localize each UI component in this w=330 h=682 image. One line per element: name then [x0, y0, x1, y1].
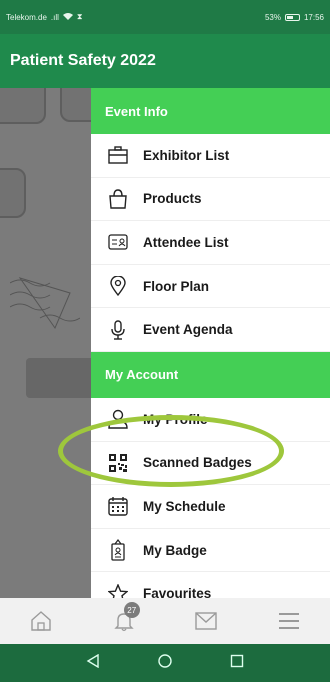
- menu-label: My Badge: [143, 542, 207, 558]
- person-icon: [107, 408, 129, 430]
- app-title: Patient Safety 2022: [10, 52, 156, 69]
- envelope-icon: [195, 612, 217, 630]
- home-icon: [31, 611, 51, 631]
- badge-icon: [107, 539, 129, 561]
- home-system-button[interactable]: [158, 653, 172, 673]
- menu-item-favourites[interactable]: Favourites: [91, 572, 330, 598]
- menu-item-attendee-list[interactable]: Attendee List: [91, 221, 330, 265]
- app-header: Patient Safety 2022: [0, 34, 330, 88]
- section-header-event-info: Event Info: [91, 88, 330, 134]
- menu-item-my-schedule[interactable]: My Schedule: [91, 485, 330, 529]
- map-shape: [0, 168, 26, 218]
- menu-item-my-profile[interactable]: My Profile: [91, 398, 330, 442]
- menu-label: My Profile: [143, 411, 208, 427]
- home-circle-icon: [158, 653, 172, 668]
- menu-label: Scanned Badges: [143, 455, 252, 471]
- menu-item-my-badge[interactable]: My Badge: [91, 529, 330, 573]
- hamburger-icon: [278, 613, 299, 629]
- pin-icon: [107, 275, 129, 297]
- section-header-my-account: My Account: [91, 351, 330, 398]
- signal-icon: .ıll: [50, 12, 59, 22]
- battery-percent: 53%: [264, 12, 281, 22]
- id-card-icon: [107, 231, 129, 253]
- menu-label: Floor Plan: [143, 278, 210, 294]
- section-title: My Account: [105, 367, 179, 383]
- home-button[interactable]: [21, 601, 61, 641]
- menu-item-scanned-badges[interactable]: Scanned Badges: [91, 442, 330, 486]
- floor-map-background: [0, 88, 91, 598]
- menu-button[interactable]: [269, 601, 309, 641]
- carrier-label: Telekom.de: [6, 12, 47, 22]
- menu-label: Exhibitor List: [143, 147, 230, 163]
- menu-item-event-agenda[interactable]: Event Agenda: [91, 308, 330, 352]
- menu-label: Attendee List: [143, 234, 229, 250]
- menu-item-exhibitor-list[interactable]: Exhibitor List: [91, 134, 330, 178]
- exhibitor-icon: [107, 144, 129, 166]
- calendar-icon: [107, 495, 129, 517]
- back-triangle-icon: [86, 653, 99, 668]
- microphone-icon: [107, 319, 129, 341]
- notification-count-badge: 27: [123, 602, 140, 618]
- map-block: [26, 358, 91, 398]
- navigation-drawer: Event Info Exhibitor List Products Atten…: [91, 88, 330, 598]
- bottom-navigation: 27: [0, 598, 330, 644]
- wifi-icon: [62, 12, 73, 22]
- menu-label: Products: [143, 191, 202, 207]
- menu-item-floor-plan[interactable]: Floor Plan: [91, 265, 330, 309]
- map-shape: [60, 88, 91, 122]
- map-shape: [0, 88, 46, 124]
- notifications-button[interactable]: 27: [104, 601, 144, 641]
- battery-icon: [284, 13, 300, 21]
- back-button[interactable]: [86, 653, 100, 673]
- menu-label: My Schedule: [143, 498, 226, 514]
- menu-label: Favourites: [143, 586, 212, 598]
- messages-button[interactable]: [186, 601, 226, 641]
- menu-item-products[interactable]: Products: [91, 178, 330, 222]
- recents-button[interactable]: [230, 654, 244, 673]
- clock: 17:56: [303, 12, 324, 22]
- recents-square-icon: [230, 654, 244, 667]
- map-waves: [10, 277, 80, 330]
- hourglass-icon: ⧗: [76, 12, 83, 21]
- section-title: Event Info: [105, 103, 168, 119]
- status-bar: Telekom.de .ıll ⧗ 53% 17:56: [0, 0, 330, 34]
- system-navigation-bar: [0, 644, 330, 682]
- bag-icon: [107, 188, 129, 210]
- star-icon: [107, 583, 129, 598]
- menu-label: Event Agenda: [143, 322, 233, 338]
- qr-code-icon: [107, 452, 129, 474]
